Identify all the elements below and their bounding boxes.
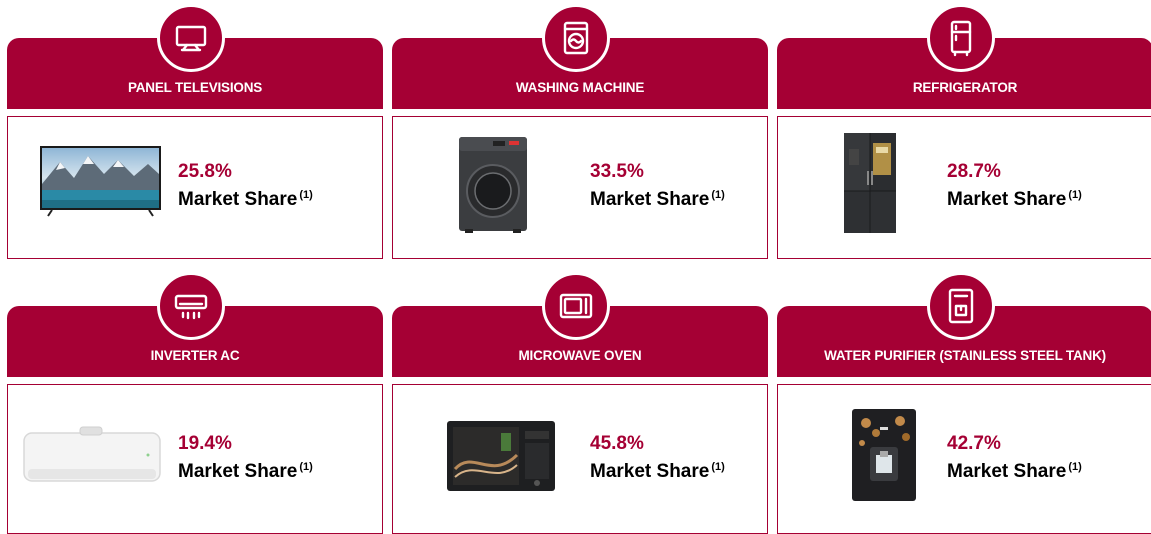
washing-machine-image <box>459 137 527 233</box>
footnote-marker: (1) <box>1068 189 1082 201</box>
category-title: WASHING MACHINE <box>515 80 645 95</box>
market-share-stat: 25.8% Market Share (1) <box>178 161 313 212</box>
category-title: INVERTER AC <box>150 348 240 363</box>
footnote-marker: (1) <box>1068 461 1082 473</box>
market-share-percent: 45.8% <box>590 433 644 454</box>
footnote-marker: (1) <box>711 189 725 201</box>
air-conditioner-image <box>23 426 161 482</box>
market-share-percent: 42.7% <box>947 433 1001 454</box>
television-image <box>40 146 161 217</box>
market-share-percent: 25.8% <box>178 161 232 182</box>
refrigerator-icon <box>927 4 995 72</box>
footnote-marker: (1) <box>711 461 725 473</box>
category-body: 33.5% Market Share (1) <box>392 116 768 259</box>
market-share-stat: 19.4% Market Share (1) <box>178 433 313 484</box>
category-body: 45.8% Market Share (1) <box>392 384 768 534</box>
market-share-stat: 42.7% Market Share (1) <box>947 433 1082 484</box>
footnote-marker: (1) <box>299 189 313 201</box>
category-title: PANEL TELEVISIONS <box>127 80 263 95</box>
category-body: 28.7% Market Share (1) <box>777 116 1151 259</box>
washing-machine-icon <box>542 4 610 72</box>
water-purifier-image <box>852 409 916 501</box>
market-share-stat: 28.7% Market Share (1) <box>947 161 1082 212</box>
market-share-label: Market Share <box>590 461 710 482</box>
market-share-stat: 45.8% Market Share (1) <box>590 433 725 484</box>
air-conditioner-icon <box>157 272 225 340</box>
footnote-marker: (1) <box>299 461 313 473</box>
category-body: 19.4% Market Share (1) <box>7 384 383 534</box>
category-body: 42.7% Market Share (1) <box>777 384 1151 534</box>
market-share-label: Market Share <box>178 189 298 210</box>
tv-icon <box>157 4 225 72</box>
market-share-label: Market Share <box>947 461 1067 482</box>
market-share-stat: 33.5% Market Share (1) <box>590 161 725 212</box>
category-title: REFRIGERATOR <box>912 80 1018 95</box>
microwave-icon <box>542 272 610 340</box>
category-body: 25.8% Market Share (1) <box>7 116 383 259</box>
microwave-oven-image <box>447 421 555 491</box>
category-title: WATER PURIFIER (STAINLESS STEEL TANK) <box>824 348 1106 363</box>
market-share-percent: 19.4% <box>178 433 232 454</box>
market-share-label: Market Share <box>947 189 1067 210</box>
water-purifier-icon <box>927 272 995 340</box>
refrigerator-image <box>844 133 896 233</box>
market-share-percent: 33.5% <box>590 161 644 182</box>
market-share-label: Market Share <box>178 461 298 482</box>
market-share-label: Market Share <box>590 189 710 210</box>
market-share-percent: 28.7% <box>947 161 1001 182</box>
category-title: MICROWAVE OVEN <box>518 348 642 363</box>
